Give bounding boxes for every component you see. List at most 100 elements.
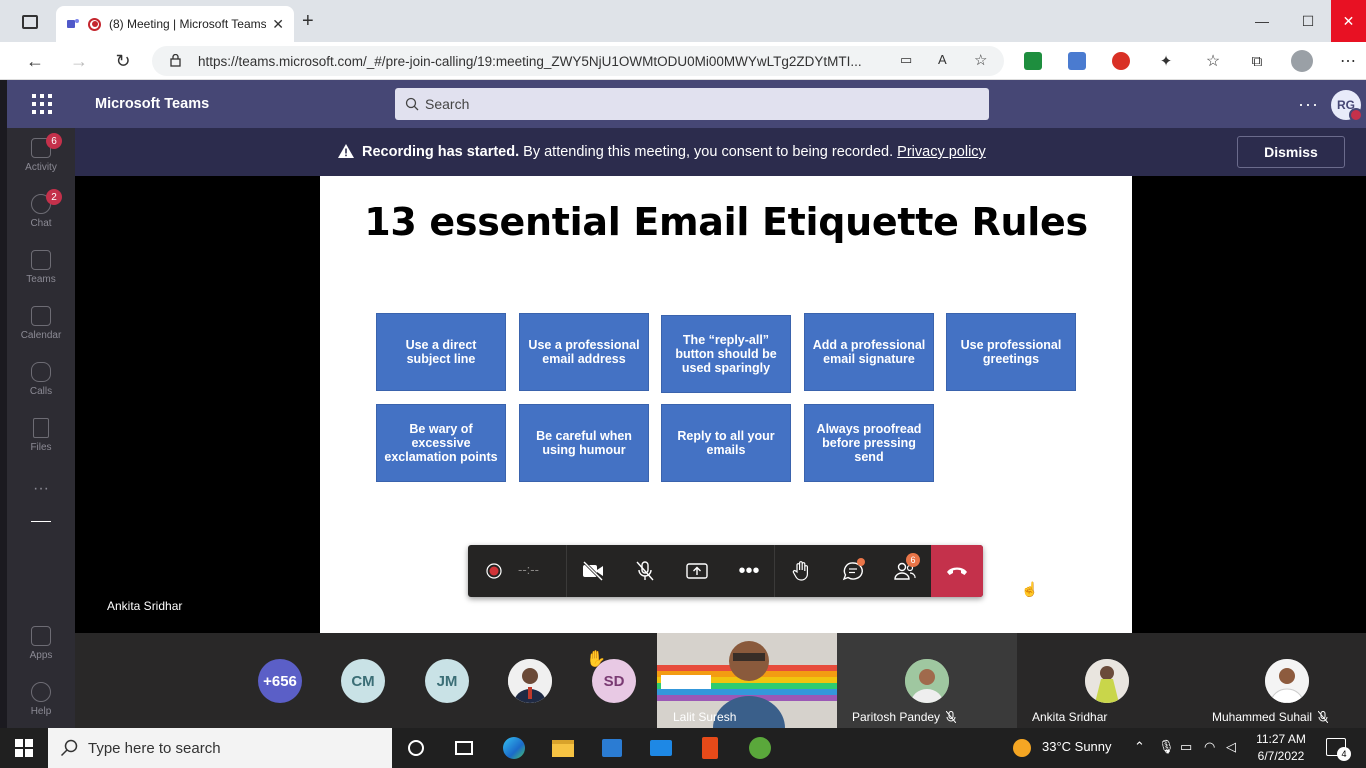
participant-photo[interactable] xyxy=(508,659,552,703)
mic-off-icon xyxy=(636,561,654,581)
back-icon[interactable]: ← xyxy=(22,48,48,74)
minimize-icon[interactable]: — xyxy=(1239,0,1285,42)
file-explorer-icon[interactable] xyxy=(551,736,575,760)
battery-icon[interactable]: ▭ xyxy=(1180,739,1192,755)
rail-item-calls[interactable]: Calls xyxy=(7,352,75,406)
microphone-icon[interactable]: 🎙 xyxy=(1158,739,1175,755)
extensions-icon[interactable]: ✦ xyxy=(1153,48,1179,74)
banner-text: Recording has started. By attending this… xyxy=(362,144,986,160)
collections-icon[interactable]: ⧉ xyxy=(1244,48,1270,74)
recording-banner: Recording has started. By attending this… xyxy=(75,128,1366,176)
rail-item-help[interactable]: Help xyxy=(7,672,75,726)
notification-center-icon[interactable]: 4 xyxy=(1326,738,1351,761)
weather-text[interactable]: 33°C Sunny xyxy=(1042,739,1112,754)
app-leaf-icon[interactable] xyxy=(748,736,772,760)
cortana-icon[interactable] xyxy=(404,736,428,760)
camera-toggle-button[interactable] xyxy=(567,545,619,597)
overflow-participants[interactable]: +656 xyxy=(258,659,302,703)
favorites-icon[interactable]: ☆ xyxy=(1200,48,1226,74)
extension-blue-icon[interactable] xyxy=(1068,52,1086,70)
leave-call-button[interactable] xyxy=(931,545,983,597)
mic-muted-icon xyxy=(946,711,957,723)
participant-avatar[interactable]: JM xyxy=(425,659,469,703)
task-view-icon[interactable] xyxy=(452,736,476,760)
presenter-name: Ankita Sridhar xyxy=(107,599,183,613)
clock-date: 6/7/2022 xyxy=(1257,749,1305,763)
close-tab-icon[interactable]: ✕ xyxy=(272,16,284,33)
privacy-policy-link[interactable]: Privacy policy xyxy=(897,144,986,160)
person-photo-icon xyxy=(508,659,552,703)
app-rail: Activity 6 Chat 2 Teams Calendar Calls F… xyxy=(7,128,75,728)
browser-menu-icon[interactable]: ⋯ xyxy=(1335,48,1361,74)
weather-sun-icon xyxy=(1010,736,1034,760)
address-bar[interactable]: https://teams.microsoft.com/_#/pre-join-… xyxy=(152,46,1004,76)
rule-box: Use a direct subject line xyxy=(376,313,506,391)
app-name: Microsoft Teams xyxy=(95,96,210,112)
more-options-icon[interactable]: ··· xyxy=(1298,94,1319,115)
rail-item-calendar[interactable]: Calendar xyxy=(7,296,75,350)
rail-item-chat[interactable]: Chat 2 xyxy=(7,184,75,238)
video-tile[interactable]: Lalit Suresh xyxy=(657,633,837,728)
tab-actions-icon[interactable] xyxy=(22,15,38,29)
taskbar-search-input[interactable]: Type here to search xyxy=(48,728,392,768)
extension-green-icon[interactable] xyxy=(1024,52,1042,70)
participant-name-text: Muhammed Suhail xyxy=(1212,710,1313,724)
share-button[interactable] xyxy=(671,545,723,597)
participant-tile[interactable]: Muhammed Suhail xyxy=(1197,633,1366,728)
mail-icon[interactable] xyxy=(649,736,673,760)
refresh-icon[interactable]: ↻ xyxy=(110,48,136,74)
file-icon xyxy=(33,418,49,438)
person-photo-icon xyxy=(905,659,949,703)
participant-tile[interactable]: Ankita Sridhar xyxy=(1017,633,1197,728)
participant-name: Lalit Suresh xyxy=(673,710,737,724)
volume-icon[interactable]: ◁ xyxy=(1226,739,1236,755)
camera-icon[interactable]: ▭ xyxy=(900,52,912,68)
chat-button[interactable] xyxy=(827,545,879,597)
hang-up-icon xyxy=(947,567,967,575)
app-launcher-icon[interactable] xyxy=(32,94,52,114)
new-tab-icon[interactable]: + xyxy=(302,11,314,31)
participant-avatar[interactable]: CM xyxy=(341,659,385,703)
dismiss-button[interactable]: Dismiss xyxy=(1237,136,1345,168)
edge-icon[interactable] xyxy=(502,736,526,760)
windows-start-icon[interactable] xyxy=(12,736,36,760)
office-icon[interactable] xyxy=(698,736,722,760)
extension-red-icon[interactable] xyxy=(1112,52,1130,70)
rail-label: Files xyxy=(30,442,52,453)
search-input[interactable]: Search xyxy=(395,88,989,120)
read-aloud-icon[interactable]: A xyxy=(938,52,947,67)
calendar-icon xyxy=(31,306,51,326)
rule-box: Use a professional email address xyxy=(519,313,649,391)
record-icon xyxy=(486,563,502,579)
rail-item-teams[interactable]: Teams xyxy=(7,240,75,294)
forward-icon[interactable]: → xyxy=(66,48,92,74)
mic-toggle-button[interactable] xyxy=(619,545,671,597)
rule-box: Be careful when using humour xyxy=(519,404,649,482)
rail-label: Chat xyxy=(30,218,52,229)
slide-title: 13 essential Email Etiquette Rules xyxy=(364,200,1088,244)
record-button[interactable] xyxy=(468,545,520,597)
maximize-icon[interactable]: ☐ xyxy=(1285,0,1331,42)
rail-label: Teams xyxy=(26,274,56,285)
close-window-icon[interactable]: ✕ xyxy=(1331,0,1366,42)
raise-hand-icon xyxy=(792,561,808,581)
favorite-add-icon[interactable]: ☆ xyxy=(974,51,987,69)
show-hidden-icons-icon[interactable]: ⌃ xyxy=(1134,739,1145,755)
store-icon[interactable] xyxy=(600,736,624,760)
participant-photo xyxy=(905,659,949,703)
browser-tab[interactable]: (8) Meeting | Microsoft Teams ✕ xyxy=(56,6,294,42)
more-actions-icon[interactable]: ••• xyxy=(723,545,775,597)
profile-icon[interactable] xyxy=(1289,48,1315,74)
wifi-icon[interactable]: ◠ xyxy=(1204,739,1215,755)
participant-tile[interactable]: Paritosh Pandey xyxy=(837,633,1017,728)
rail-item-apps[interactable]: Apps xyxy=(7,616,75,670)
recording-indicator-icon xyxy=(88,17,101,31)
raise-hand-button[interactable] xyxy=(775,545,827,597)
rule-box: Reply to all your emails xyxy=(661,404,791,482)
participants-button[interactable] xyxy=(879,545,931,597)
user-avatar[interactable]: RG xyxy=(1331,90,1363,122)
system-clock[interactable]: 11:27 AM 6/7/2022 xyxy=(1250,731,1312,765)
rail-more-apps-icon[interactable]: ··· xyxy=(7,480,75,534)
rail-item-files[interactable]: Files xyxy=(7,408,75,462)
rail-item-activity[interactable]: Activity 6 xyxy=(7,128,75,182)
